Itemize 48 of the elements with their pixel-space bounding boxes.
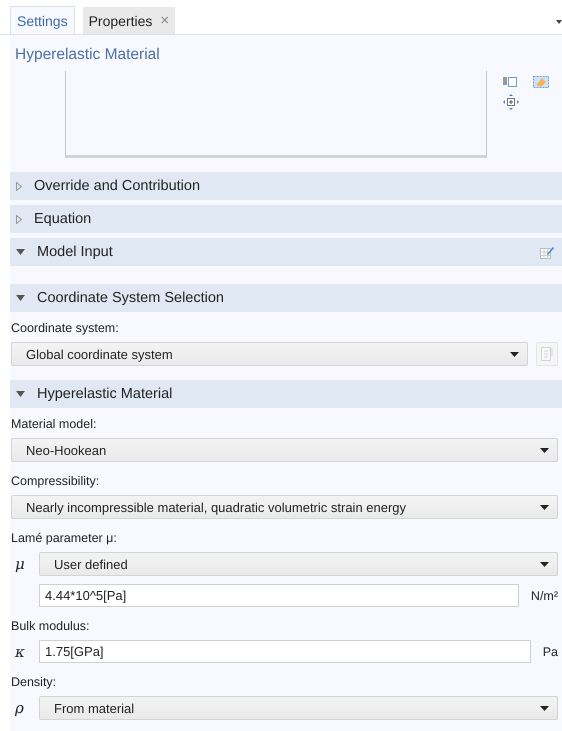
paste-icon xyxy=(541,347,553,361)
dropdown[interactable]: Neo-Hookean xyxy=(11,438,558,462)
field-label: Material model: xyxy=(11,416,96,433)
section-title: Model Input xyxy=(37,244,113,260)
expand-arrow-icon xyxy=(16,214,22,224)
field-label: Compressibility: xyxy=(11,473,100,490)
menu-arrow-icon xyxy=(556,20,562,24)
panel-title: Hyperelastic Material xyxy=(14,45,160,65)
symbol: μ xyxy=(14,555,26,573)
dropdown[interactable]: Nearly incompressible material, quadratic volumetric strain energy xyxy=(11,495,558,519)
clear-selection-icon xyxy=(533,76,549,88)
field-label: Density: xyxy=(11,674,56,691)
section-header[interactable]: Equation xyxy=(10,205,562,233)
dropdown-arrow-icon xyxy=(540,562,549,566)
dropdown-arrow-icon xyxy=(510,352,519,356)
section-header[interactable]: Coordinate System Selection xyxy=(10,284,562,312)
section-title: Equation xyxy=(34,211,92,227)
section-title: Coordinate System Selection xyxy=(37,290,224,306)
panel-toggle-icon xyxy=(503,76,517,88)
unit-label: Pa xyxy=(542,644,558,658)
dropdown[interactable]: Global coordinate system xyxy=(11,342,528,366)
symbol: κ xyxy=(14,642,26,660)
zoom-selection-icon xyxy=(503,94,519,110)
table-edit-icon xyxy=(540,245,554,259)
field-label: Bulk modulus: xyxy=(11,618,90,635)
dropdown[interactable]: User defined xyxy=(39,552,558,576)
dropdown-arrow-icon xyxy=(540,706,549,710)
symbol: ρ xyxy=(14,699,25,717)
input-field[interactable]: 1.75[GPa] xyxy=(39,640,531,663)
section-header[interactable]: Model Input xyxy=(10,238,562,266)
field-label: Lamé parameter μ: xyxy=(11,530,117,547)
dropdown-arrow-icon xyxy=(540,504,549,510)
field-label: Coordinate system: xyxy=(11,320,119,337)
selection-list[interactable] xyxy=(65,71,487,158)
section-header[interactable]: Hyperelastic Material xyxy=(10,380,562,408)
expand-arrow-icon xyxy=(16,182,22,190)
unit-label: N/m² xyxy=(530,588,558,602)
collapse-arrow-icon xyxy=(16,391,25,397)
section-header[interactable]: Override and Contribution xyxy=(10,172,562,200)
tab[interactable]: Properties × xyxy=(82,7,176,34)
collapse-arrow-icon xyxy=(16,295,25,301)
dropdown[interactable]: From material xyxy=(39,696,558,720)
dropdown-arrow-icon xyxy=(540,448,549,452)
section-title: Override and Contribution xyxy=(34,178,200,194)
section-title: Hyperelastic Material xyxy=(37,386,172,402)
input-field[interactable]: 4.44*10^5[Pa] xyxy=(39,584,519,607)
tab[interactable]: Settings xyxy=(10,6,75,34)
collapse-arrow-icon xyxy=(16,249,25,255)
